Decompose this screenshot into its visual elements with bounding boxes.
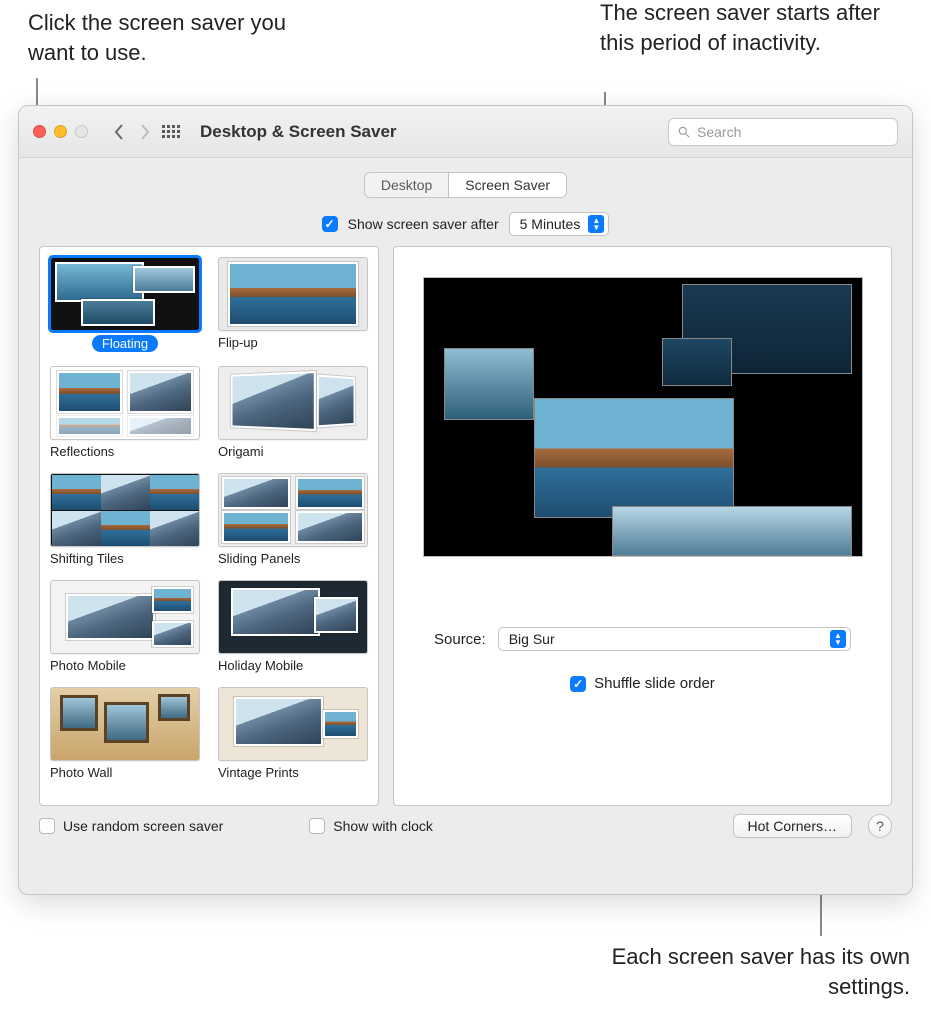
screensaver-item[interactable]: Vintage Prints <box>218 687 368 780</box>
screensaver-thumbnail <box>218 580 368 654</box>
screensaver-preview[interactable] <box>423 277 863 557</box>
stepper-icon: ▲▼ <box>830 630 846 648</box>
preview-tile <box>444 348 534 420</box>
screensaver-thumbnail <box>50 366 200 440</box>
screensaver-item[interactable]: Origami <box>218 366 368 459</box>
tab-screensaver[interactable]: Screen Saver <box>449 173 566 197</box>
screensaver-item[interactable]: Photo Wall <box>50 687 200 780</box>
screensaver-thumbnail <box>50 580 200 654</box>
screensaver-label: Flip-up <box>218 335 258 350</box>
source-popup[interactable]: Big Sur ▲▼ <box>498 627 851 651</box>
tab-desktop[interactable]: Desktop <box>365 173 449 197</box>
preview-tile <box>612 506 852 556</box>
screensaver-item[interactable]: Holiday Mobile <box>218 580 368 673</box>
shuffle-checkbox[interactable] <box>570 676 586 692</box>
preferences-window: Desktop & Screen Saver Search Desktop Sc… <box>18 105 913 895</box>
clock-label: Show with clock <box>333 818 433 834</box>
tab-switcher: Desktop Screen Saver <box>364 172 567 198</box>
random-checkbox[interactable] <box>39 818 55 834</box>
clock-checkbox[interactable] <box>309 818 325 834</box>
screensaver-item[interactable]: Floating <box>50 257 200 352</box>
screensaver-label: Photo Mobile <box>50 658 126 673</box>
random-label: Use random screen saver <box>63 818 223 834</box>
preview-tile <box>662 338 732 386</box>
screensaver-label: Sliding Panels <box>218 551 300 566</box>
screensaver-thumbnail <box>50 473 200 547</box>
window-controls <box>33 125 88 138</box>
callout-settings: Each screen saver has its own settings. <box>590 942 910 1001</box>
screensaver-label: Floating <box>92 335 158 352</box>
window-title: Desktop & Screen Saver <box>200 122 397 142</box>
screensaver-thumbnail <box>218 473 368 547</box>
callout-inactivity: The screen saver starts after this perio… <box>600 0 910 57</box>
footer: Use random screen saver Show with clock … <box>19 806 912 838</box>
preview-tile <box>534 398 734 518</box>
show-after-label: Show screen saver after <box>348 216 499 232</box>
show-after-value: 5 Minutes <box>520 216 581 232</box>
screensaver-thumbnail <box>218 257 368 331</box>
source-label: Source: <box>434 631 486 648</box>
search-input[interactable]: Search <box>668 118 898 146</box>
source-value: Big Sur <box>509 631 822 647</box>
callout-select-saver: Click the screen saver you want to use. <box>28 8 318 67</box>
screensaver-label: Photo Wall <box>50 765 112 780</box>
close-icon[interactable] <box>33 125 46 138</box>
minimize-icon[interactable] <box>54 125 67 138</box>
show-after-popup[interactable]: 5 Minutes ▲▼ <box>509 212 610 236</box>
zoom-icon <box>75 125 88 138</box>
search-placeholder: Search <box>697 124 741 140</box>
help-button[interactable]: ? <box>868 814 892 838</box>
hot-corners-button[interactable]: Hot Corners… <box>733 814 852 838</box>
search-icon <box>677 125 691 139</box>
screensaver-item[interactable]: Reflections <box>50 366 200 459</box>
stepper-icon: ▲▼ <box>588 215 604 233</box>
screensaver-item[interactable]: Photo Mobile <box>50 580 200 673</box>
screensaver-item[interactable]: Shifting Tiles <box>50 473 200 566</box>
back-button[interactable] <box>106 114 132 150</box>
screensaver-list[interactable]: Floating Flip-up Reflections Origami Shi… <box>39 246 379 806</box>
screensaver-thumbnail <box>218 687 368 761</box>
show-all-icon[interactable] <box>162 125 180 138</box>
forward-button[interactable] <box>132 114 158 150</box>
screensaver-detail: Source: Big Sur ▲▼ Shuffle slide order <box>393 246 892 806</box>
screensaver-thumbnail <box>218 366 368 440</box>
screensaver-thumbnail <box>50 687 200 761</box>
screensaver-item[interactable]: Sliding Panels <box>218 473 368 566</box>
screensaver-label: Holiday Mobile <box>218 658 303 673</box>
screensaver-label: Vintage Prints <box>218 765 299 780</box>
screensaver-thumbnail <box>50 257 200 331</box>
titlebar: Desktop & Screen Saver Search <box>19 106 912 158</box>
screensaver-label: Reflections <box>50 444 114 459</box>
screensaver-label: Shifting Tiles <box>50 551 124 566</box>
screensaver-label: Origami <box>218 444 264 459</box>
show-after-checkbox[interactable] <box>322 216 338 232</box>
screensaver-item[interactable]: Flip-up <box>218 257 368 352</box>
shuffle-label: Shuffle slide order <box>594 675 715 692</box>
